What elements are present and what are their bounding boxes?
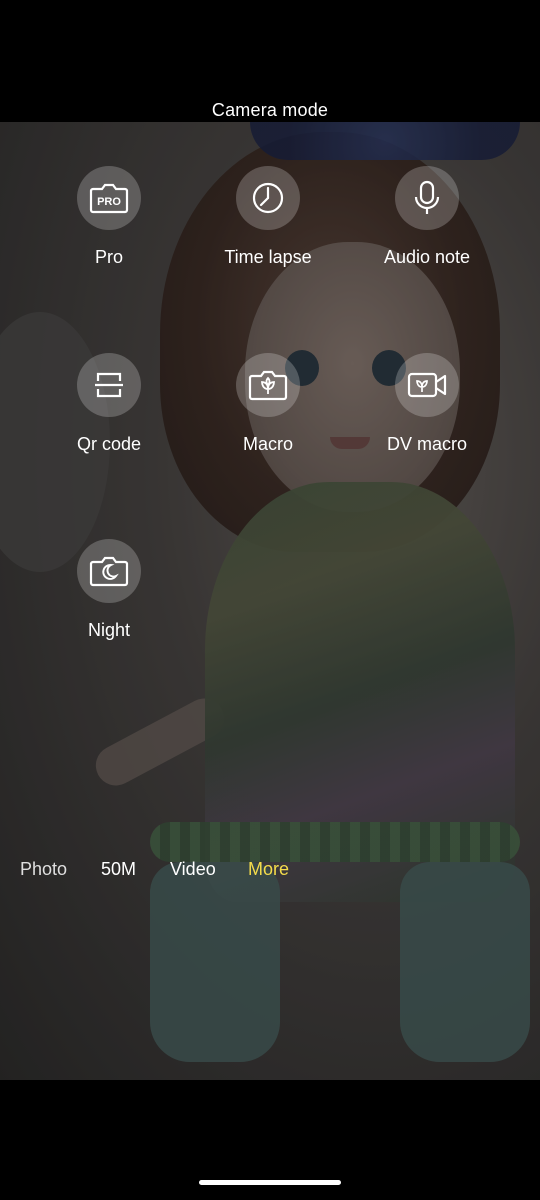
- svg-text:PRO: PRO: [97, 196, 121, 208]
- mode-item-dv-macro[interactable]: DV macro: [347, 353, 507, 455]
- timer-icon: [236, 166, 300, 230]
- home-indicator[interactable]: [199, 1180, 341, 1185]
- mode-item-audio-note[interactable]: Audio note: [347, 166, 507, 268]
- mode-item-qr-code[interactable]: Qr code: [29, 353, 189, 455]
- mode-label: Time lapse: [224, 247, 312, 267]
- mode-label: DV macro: [386, 434, 467, 454]
- mode-item-pro[interactable]: PRO Pro: [29, 166, 189, 268]
- qr-scan-icon: [77, 353, 141, 417]
- mode-item-macro[interactable]: Macro: [188, 353, 348, 455]
- tab-video[interactable]: Video: [170, 859, 216, 880]
- mode-label: Qr code: [76, 434, 142, 454]
- pro-camera-icon: PRO: [77, 166, 141, 230]
- night-camera-icon: [77, 539, 141, 603]
- mode-label: Pro: [94, 247, 123, 267]
- tab-photo[interactable]: Photo: [20, 859, 67, 880]
- video-macro-icon: [395, 353, 459, 417]
- mode-label: Night: [87, 620, 131, 640]
- macro-camera-icon: [236, 353, 300, 417]
- page-title: Camera mode: [211, 100, 329, 120]
- mode-item-time-lapse[interactable]: Time lapse: [188, 166, 348, 268]
- tab-more[interactable]: More: [248, 859, 289, 880]
- mode-item-night[interactable]: Night: [29, 539, 189, 641]
- mode-label: Macro: [242, 434, 293, 454]
- microphone-icon: [395, 166, 459, 230]
- mode-tab-bar: Photo 50M Video More: [0, 859, 540, 883]
- tab-50m[interactable]: 50M: [101, 859, 136, 880]
- mode-label: Audio note: [383, 247, 471, 267]
